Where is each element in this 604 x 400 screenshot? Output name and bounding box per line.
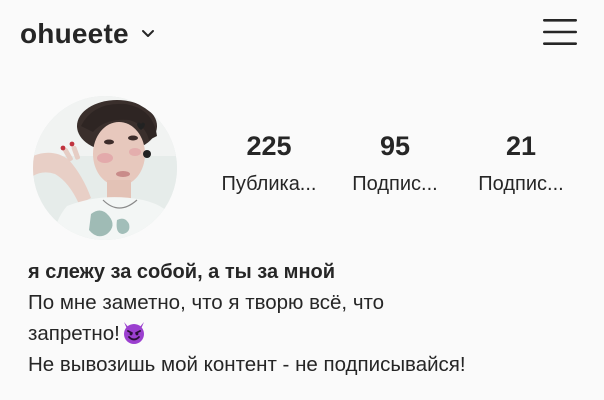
account-switcher[interactable]: ohueete [20, 14, 155, 54]
followers-label: Подпис... [352, 173, 438, 195]
posts-label: Публика... [221, 173, 317, 195]
following-label: Подпис... [478, 173, 564, 195]
bio-name: я слежу за собой, а ты за мной [28, 261, 336, 283]
following-count: 21 [505, 131, 537, 161]
smiling-devil-icon [121, 319, 147, 345]
bio-line-3: Не вывозишь мой контент - не подписывайс… [28, 353, 466, 376]
following-stat[interactable]: 21 Подпис... [458, 128, 584, 200]
profile-page: ohueete 225 Публика... 95 Подпис... 21 П… [0, 0, 604, 400]
followers-stat[interactable]: 95 Подпис... [332, 128, 458, 200]
profile-avatar[interactable] [33, 96, 177, 240]
username[interactable]: ohueete [20, 14, 129, 54]
profile-stats: 225 Публика... 95 Подпис... 21 Подпис... [206, 128, 586, 208]
posts-count: 225 [246, 131, 292, 161]
hamburger-menu-icon[interactable] [542, 16, 578, 48]
profile-header: ohueete [0, 0, 604, 68]
bio-line-2: запретно! [28, 318, 588, 349]
posts-stat[interactable]: 225 Публика... [206, 128, 332, 200]
followers-count: 95 [379, 131, 411, 161]
chevron-down-icon[interactable] [141, 27, 155, 41]
bio-line-2-text: запретно! [28, 322, 120, 345]
profile-bio: я слежу за собой, а ты за мной По мне за… [28, 257, 588, 380]
bio-line-1: По мне заметно, что я творю всё, что [28, 291, 385, 314]
